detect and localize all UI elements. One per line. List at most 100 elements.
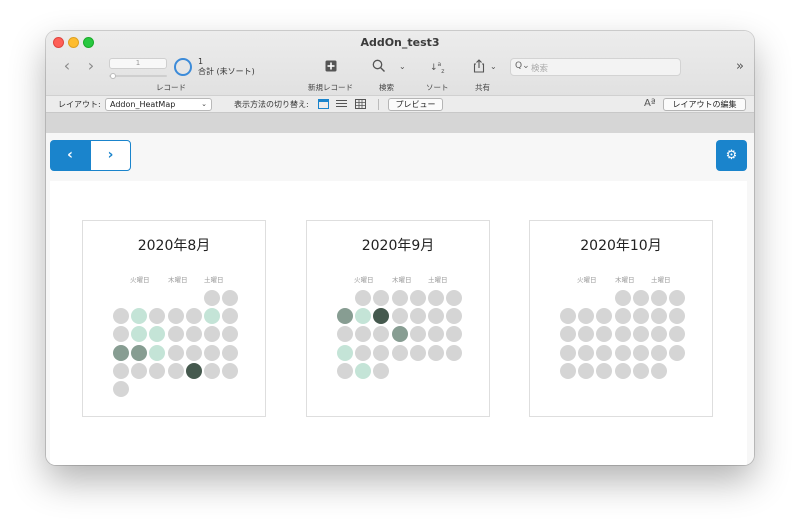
layout-select[interactable]: Addon_HeatMap ⌄	[105, 98, 212, 111]
preview-button[interactable]: プレビュー	[388, 98, 443, 111]
list-view-icon[interactable]	[336, 99, 347, 109]
day-cell[interactable]	[149, 326, 166, 343]
day-cell[interactable]	[337, 362, 353, 379]
format-painter-icon[interactable]: Aª	[644, 98, 656, 109]
day-cell[interactable]	[614, 326, 631, 343]
day-cell[interactable]	[185, 344, 202, 361]
day-cell[interactable]	[614, 290, 631, 306]
next-record-icon[interactable]: ›	[84, 58, 98, 74]
day-cell[interactable]	[651, 326, 667, 343]
day-cell[interactable]	[409, 308, 426, 325]
day-cell[interactable]	[596, 344, 613, 361]
day-cell[interactable]	[222, 326, 239, 343]
day-cell[interactable]	[355, 326, 372, 343]
day-cell[interactable]	[113, 362, 129, 379]
day-cell[interactable]	[614, 308, 631, 325]
edit-layout-button[interactable]: レイアウトの編集	[663, 98, 746, 111]
day-cell[interactable]	[651, 290, 667, 306]
day-cell[interactable]	[222, 308, 239, 325]
day-cell[interactable]	[355, 344, 372, 361]
day-cell[interactable]	[596, 362, 613, 379]
day-cell[interactable]	[560, 326, 576, 343]
share-menu-chevron-icon[interactable]: ⌄	[490, 62, 497, 71]
day-cell[interactable]	[204, 326, 220, 343]
table-view-icon[interactable]	[355, 99, 366, 109]
day-cell[interactable]	[391, 326, 408, 343]
day-cell[interactable]	[373, 308, 390, 325]
find-menu-chevron-icon[interactable]: ⌄	[399, 62, 406, 71]
day-cell[interactable]	[373, 362, 390, 379]
day-cell[interactable]	[355, 308, 372, 325]
day-cell[interactable]	[446, 290, 463, 306]
day-cell[interactable]	[373, 290, 390, 306]
day-cell[interactable]	[578, 326, 595, 343]
day-cell[interactable]	[204, 308, 220, 325]
day-cell[interactable]	[669, 326, 686, 343]
day-cell[interactable]	[560, 362, 576, 379]
day-cell[interactable]	[131, 344, 148, 361]
day-cell[interactable]	[131, 326, 148, 343]
day-cell[interactable]	[596, 326, 613, 343]
day-cell[interactable]	[560, 308, 576, 325]
day-cell[interactable]	[409, 290, 426, 306]
day-cell[interactable]	[578, 362, 595, 379]
day-cell[interactable]	[167, 344, 184, 361]
day-cell[interactable]	[632, 290, 649, 306]
day-cell[interactable]	[355, 290, 372, 306]
day-cell[interactable]	[222, 344, 239, 361]
day-cell[interactable]	[337, 344, 353, 361]
day-cell[interactable]	[632, 326, 649, 343]
previous-month-button[interactable]: ‹	[50, 140, 90, 171]
day-cell[interactable]	[222, 362, 239, 379]
day-cell[interactable]	[185, 362, 202, 379]
day-cell[interactable]	[651, 344, 667, 361]
day-cell[interactable]	[632, 362, 649, 379]
day-cell[interactable]	[428, 326, 444, 343]
record-number-field[interactable]: 1	[109, 58, 167, 69]
share-button[interactable]	[473, 59, 485, 77]
new-record-button[interactable]	[325, 60, 337, 76]
day-cell[interactable]	[446, 308, 463, 325]
day-cell[interactable]	[204, 362, 220, 379]
day-cell[interactable]	[560, 344, 576, 361]
day-cell[interactable]	[614, 344, 631, 361]
day-cell[interactable]	[185, 326, 202, 343]
quick-find-field[interactable]: Q⌄ 検索	[510, 58, 681, 76]
day-cell[interactable]	[669, 308, 686, 325]
day-cell[interactable]	[578, 308, 595, 325]
day-cell[interactable]	[373, 344, 390, 361]
day-cell[interactable]	[355, 362, 372, 379]
day-cell[interactable]	[391, 290, 408, 306]
previous-record-icon[interactable]: ‹	[60, 58, 74, 74]
day-cell[interactable]	[446, 344, 463, 361]
day-cell[interactable]	[167, 308, 184, 325]
day-cell[interactable]	[391, 344, 408, 361]
day-cell[interactable]	[669, 290, 686, 306]
day-cell[interactable]	[113, 381, 129, 397]
day-cell[interactable]	[337, 326, 353, 343]
day-cell[interactable]	[632, 308, 649, 325]
day-cell[interactable]	[149, 308, 166, 325]
next-month-button[interactable]: ›	[90, 140, 131, 171]
day-cell[interactable]	[391, 308, 408, 325]
day-cell[interactable]	[669, 344, 686, 361]
day-cell[interactable]	[651, 308, 667, 325]
day-cell[interactable]	[113, 308, 129, 325]
day-cell[interactable]	[131, 308, 148, 325]
day-cell[interactable]	[113, 344, 129, 361]
day-cell[interactable]	[167, 326, 184, 343]
day-cell[interactable]	[222, 290, 239, 306]
find-button[interactable]	[372, 59, 386, 77]
sort-button[interactable]: ↓az	[430, 58, 444, 79]
record-slider-handle[interactable]	[110, 73, 116, 79]
form-view-icon[interactable]	[318, 99, 329, 109]
day-cell[interactable]	[149, 362, 166, 379]
day-cell[interactable]	[651, 362, 667, 379]
day-cell[interactable]	[409, 344, 426, 361]
day-cell[interactable]	[373, 326, 390, 343]
record-slider[interactable]	[109, 75, 167, 77]
day-cell[interactable]	[131, 362, 148, 379]
day-cell[interactable]	[409, 326, 426, 343]
day-cell[interactable]	[428, 290, 444, 306]
day-cell[interactable]	[149, 344, 166, 361]
